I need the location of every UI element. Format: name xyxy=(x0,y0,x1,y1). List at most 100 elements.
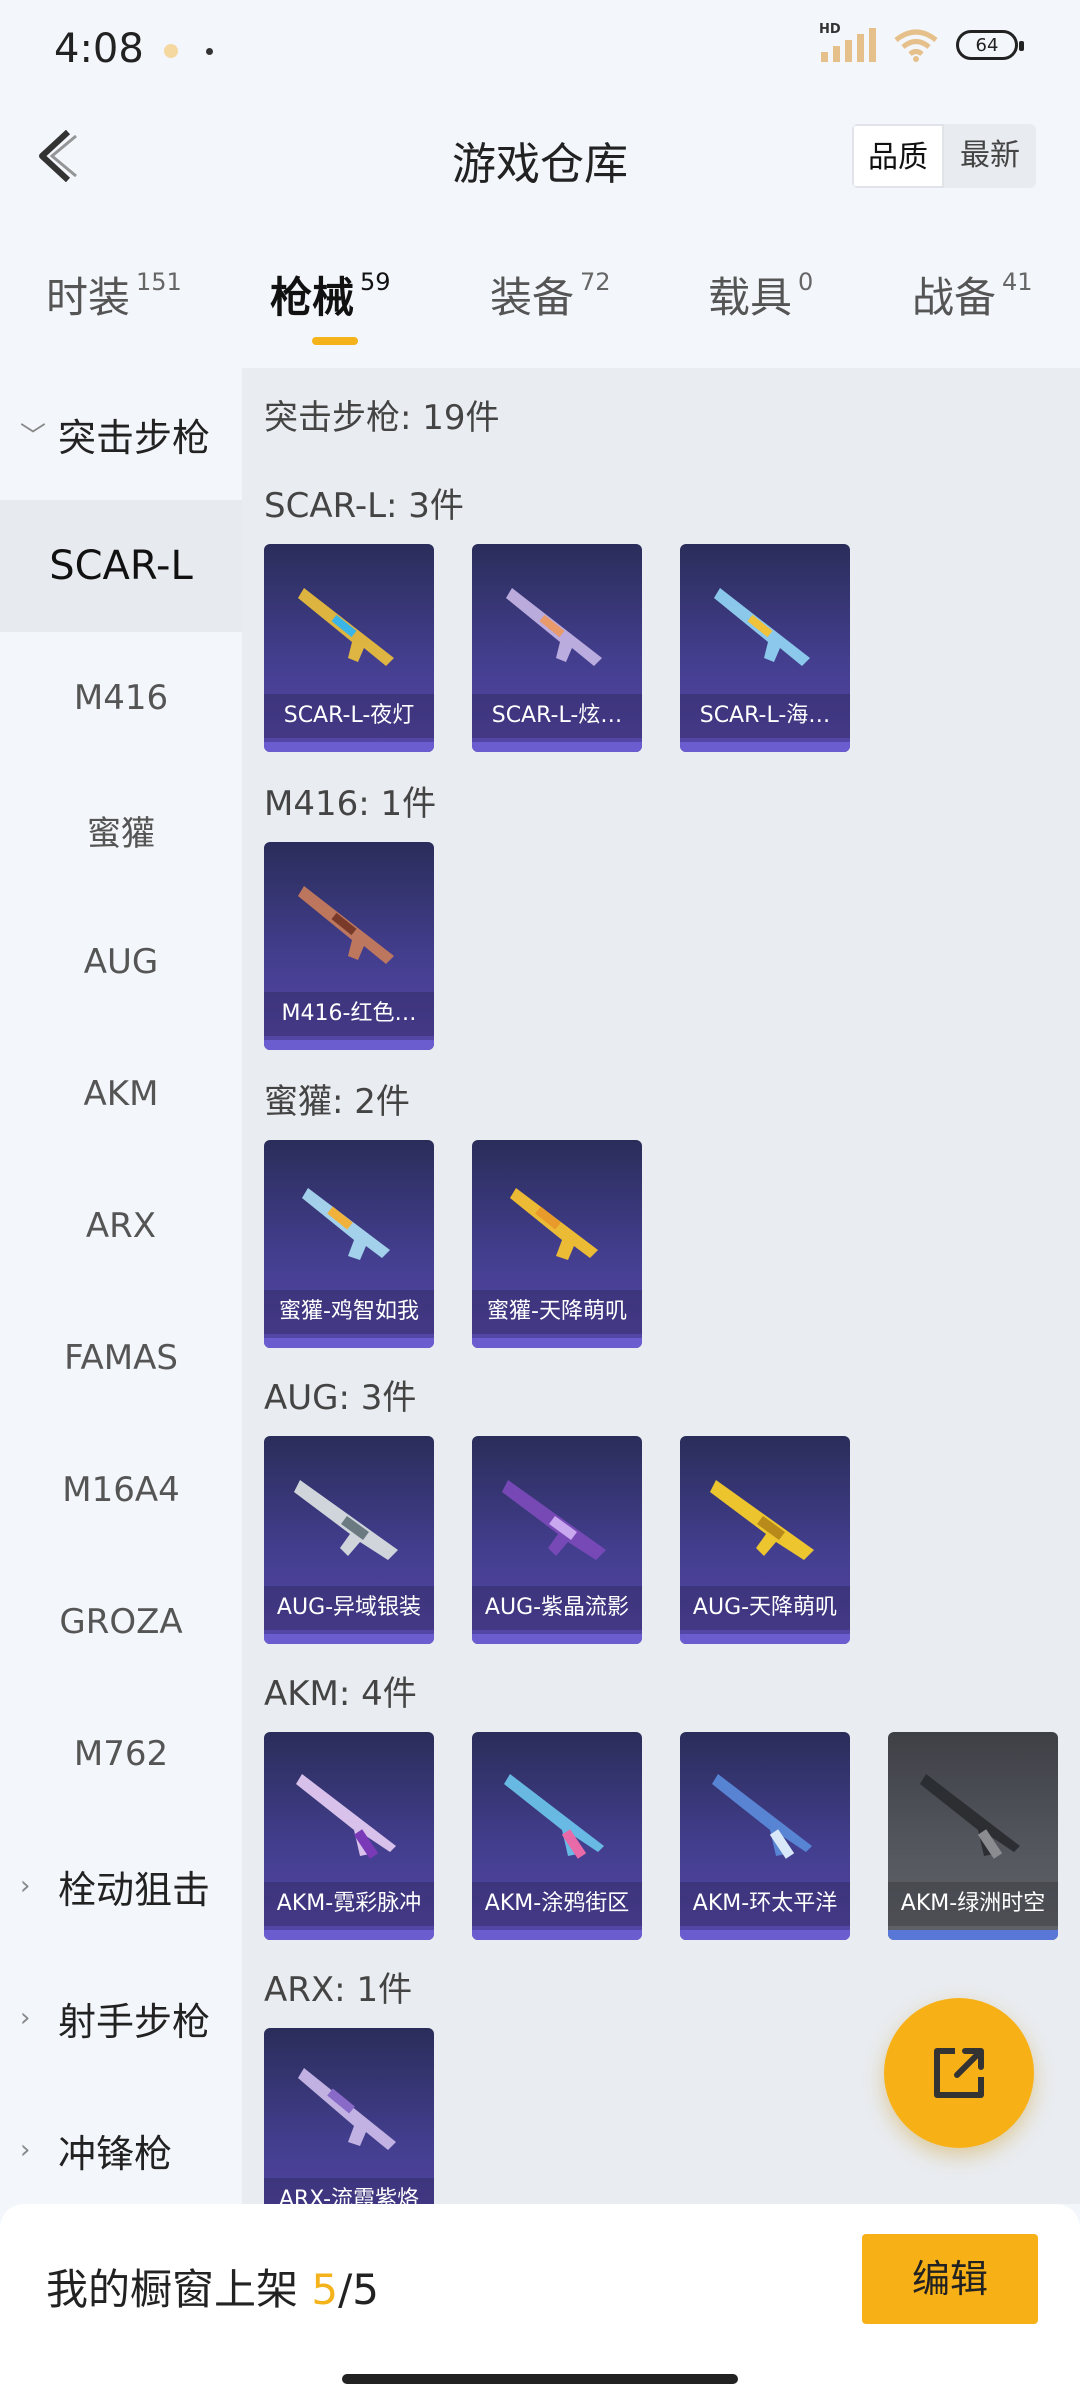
skin-card[interactable]: AUG-天降萌叽 xyxy=(680,1436,850,1644)
rifle-icon xyxy=(298,588,394,666)
share-external-icon xyxy=(934,2048,984,2098)
tab-fashion[interactable]: 时装 151 xyxy=(46,264,182,325)
active-tab-indicator xyxy=(312,337,358,345)
sidebar-item-famas[interactable]: FAMAS xyxy=(0,1292,242,1424)
skin-name: SCAR-L-夜灯 xyxy=(264,694,434,738)
skin-name: M416-红色… xyxy=(264,992,434,1036)
rifle-icon xyxy=(294,1480,398,1560)
battery-icon: 64 xyxy=(956,30,1024,60)
tab-count: 151 xyxy=(136,268,182,296)
chevron-down-icon: ﹀ xyxy=(20,421,47,452)
tab-guns[interactable]: 枪械 59 xyxy=(270,264,391,345)
category-label: 冲锋枪 xyxy=(58,2131,173,2176)
bottom-bar: 我的橱窗上架 5/5 编辑 xyxy=(0,2204,1080,2400)
header: 游戏仓库 品质 最新 xyxy=(0,100,1080,220)
skin-card[interactable]: SCAR-L-夜灯 xyxy=(264,544,434,752)
smg-icon xyxy=(302,1188,390,1260)
skin-card[interactable]: AKM-绿洲时空 xyxy=(888,1732,1058,1940)
rifle-icon xyxy=(298,886,394,964)
hd-badge: HD xyxy=(819,22,841,37)
group-title: 蜜獾: 2件 xyxy=(264,1082,410,1122)
chevron-right-icon: › xyxy=(20,2135,31,2165)
skin-name: AKM-霓彩脉冲 xyxy=(264,1882,434,1926)
group-title: ARX: 1件 xyxy=(264,1970,413,2010)
showcase-status: 我的橱窗上架 5/5 xyxy=(46,2256,379,2317)
home-indicator[interactable] xyxy=(342,2374,738,2384)
showcase-count: 5 xyxy=(311,2265,339,2314)
skin-card[interactable]: SCAR-L-海… xyxy=(680,544,850,752)
skin-name: AUG-天降萌叽 xyxy=(680,1586,850,1630)
skin-card[interactable]: ARX-流霞紫烙 xyxy=(264,2028,434,2204)
edit-button[interactable]: 编辑 xyxy=(862,2234,1038,2324)
sidebar-category-marksman-rifle[interactable]: › 射手步枪 xyxy=(0,1952,242,2084)
group-title: M416: 1件 xyxy=(264,784,437,824)
group-title: AUG: 3件 xyxy=(264,1378,417,1418)
sort-newest-button[interactable]: 最新 xyxy=(944,124,1036,188)
skin-card[interactable]: AUG-异域银装 xyxy=(264,1436,434,1644)
sidebar-category-assault-rifle[interactable]: ﹀ 突击步枪 xyxy=(0,368,242,500)
category-label: 射手步枪 xyxy=(58,1999,211,2044)
tab-label: 载具 xyxy=(708,273,793,322)
wifi-icon xyxy=(894,29,938,62)
rifle-icon xyxy=(296,1774,396,1859)
skin-card[interactable]: AKM-环太平洋 xyxy=(680,1732,850,1940)
sidebar: ﹀ 突击步枪 SCAR-L M416 蜜獾 AUG AKM ARX FAMAS … xyxy=(0,368,242,2204)
tab-label: 时装 xyxy=(46,273,131,322)
skin-card[interactable]: AUG-紫晶流影 xyxy=(472,1436,642,1644)
sidebar-category-smg[interactable]: › 冲锋枪 xyxy=(0,2084,242,2204)
tab-count: 72 xyxy=(580,268,611,296)
skin-name: AUG-异域银装 xyxy=(264,1586,434,1630)
tab-count: 41 xyxy=(1002,268,1033,296)
tab-supplies[interactable]: 战备 41 xyxy=(912,264,1033,325)
sidebar-item-m16a4[interactable]: M16A4 xyxy=(0,1424,242,1556)
rifle-icon xyxy=(710,1480,814,1560)
sidebar-item-scar-l[interactable]: SCAR-L xyxy=(0,500,242,632)
category-label: 栓动狙击 xyxy=(58,1867,211,1912)
tab-count: 59 xyxy=(360,268,391,296)
skin-name: SCAR-L-炫… xyxy=(472,694,642,738)
tab-count: 0 xyxy=(798,268,814,296)
skin-card[interactable]: 蜜獾-天降萌叽 xyxy=(472,1140,642,1348)
smg-icon xyxy=(510,1188,598,1260)
sidebar-item-m416[interactable]: M416 xyxy=(0,632,242,764)
tab-vehicles[interactable]: 载具 0 xyxy=(708,264,813,325)
skin-card[interactable]: AKM-涂鸦街区 xyxy=(472,1732,642,1940)
rifle-icon xyxy=(504,1774,604,1859)
clock: 4:08 xyxy=(54,26,144,72)
sidebar-item-arx[interactable]: ARX xyxy=(0,1160,242,1292)
signal-icon: HD xyxy=(819,22,876,62)
chevron-right-icon: › xyxy=(20,1871,31,1901)
chevron-right-icon: › xyxy=(20,2003,31,2033)
share-button[interactable] xyxy=(884,1998,1034,2148)
skin-card[interactable]: 蜜獾-鸡智如我 xyxy=(264,1140,434,1348)
rifle-icon xyxy=(714,588,810,666)
skin-name: 蜜獾-鸡智如我 xyxy=(264,1290,434,1334)
skin-card[interactable]: M416-红色… xyxy=(264,842,434,1050)
sidebar-item-akm[interactable]: AKM xyxy=(0,1028,242,1160)
skin-card[interactable]: AKM-霓彩脉冲 xyxy=(264,1732,434,1940)
skin-name: SCAR-L-海… xyxy=(680,694,850,738)
rifle-icon xyxy=(298,2068,396,2150)
sort-quality-button[interactable]: 品质 xyxy=(852,124,944,188)
sidebar-item-m762[interactable]: M762 xyxy=(0,1688,242,1820)
sidebar-item-aug[interactable]: AUG xyxy=(0,896,242,1028)
skin-card[interactable]: SCAR-L-炫… xyxy=(472,544,642,752)
showcase-total: /5 xyxy=(338,2265,379,2314)
skin-name: AKM-涂鸦街区 xyxy=(472,1882,642,1926)
skin-name: ARX-流霞紫烙 xyxy=(264,2178,434,2204)
skin-name: 蜜獾-天降萌叽 xyxy=(472,1290,642,1334)
notification-dot-icon xyxy=(206,48,213,55)
sidebar-item-honey-badger[interactable]: 蜜獾 xyxy=(0,764,242,896)
tab-equipment[interactable]: 装备 72 xyxy=(490,264,611,325)
status-bar: 4:08 HD 64 xyxy=(0,0,1080,100)
category-label: 突击步枪 xyxy=(58,415,211,460)
skin-name: AKM-绿洲时空 xyxy=(888,1882,1058,1926)
rifle-icon xyxy=(920,1774,1020,1859)
rifle-icon xyxy=(502,1480,606,1560)
sidebar-item-groza[interactable]: GROZA xyxy=(0,1556,242,1688)
category-tabs: 时装 151 枪械 59 装备 72 载具 0 战备 41 xyxy=(0,240,1080,350)
skin-name: AKM-环太平洋 xyxy=(680,1882,850,1926)
tab-label: 装备 xyxy=(490,273,575,322)
notification-dot-icon xyxy=(164,44,178,58)
sidebar-category-bolt-sniper[interactable]: › 栓动狙击 xyxy=(0,1820,242,1952)
